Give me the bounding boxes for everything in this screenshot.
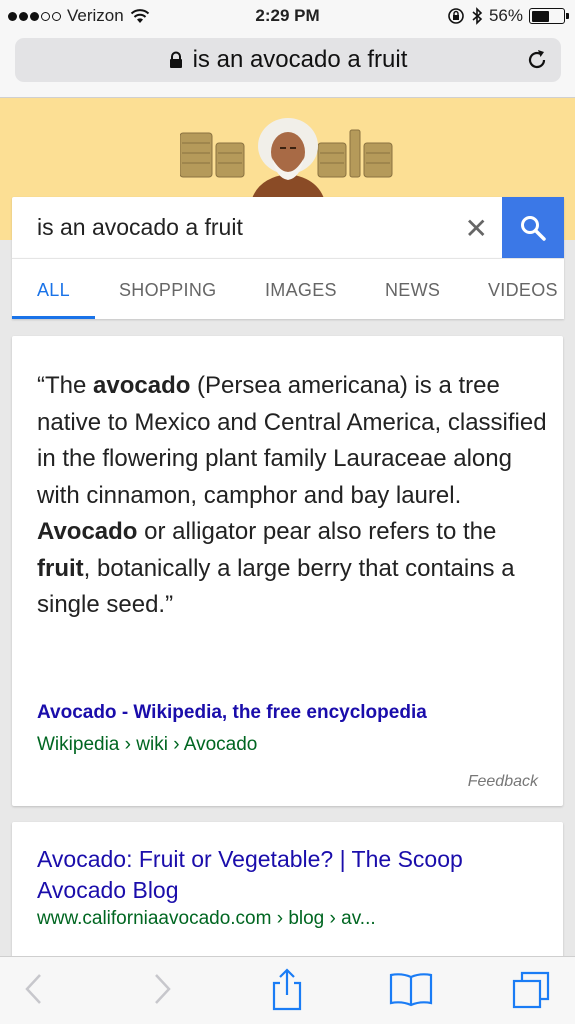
share-icon[interactable]	[270, 967, 304, 1011]
active-tab-indicator	[12, 316, 95, 319]
browser-address-area: is an avocado a fruit	[0, 32, 575, 98]
tab-videos[interactable]: VIDEOS	[488, 280, 558, 301]
google-doodle-image[interactable]	[180, 108, 395, 208]
tab-all[interactable]: ALL	[37, 280, 70, 301]
lock-icon	[169, 51, 182, 68]
clear-search-icon[interactable]: ✕	[465, 212, 488, 245]
search-input[interactable]: is an avocado a fruit	[37, 214, 243, 241]
search-box[interactable]: is an avocado a fruit ✕	[12, 197, 564, 258]
tab-shopping[interactable]: SHOPPING	[119, 280, 216, 301]
browser-toolbar	[0, 956, 575, 1024]
battery-icon	[529, 8, 569, 24]
snippet-text: “The avocado (Persea americana) is a tre…	[37, 372, 547, 618]
tab-images[interactable]: IMAGES	[265, 280, 337, 301]
address-text: is an avocado a fruit	[192, 46, 408, 73]
battery-percent: 56%	[488, 6, 523, 25]
bluetooth-icon	[472, 7, 483, 25]
search-tabs: ALL SHOPPING IMAGES NEWS VIDEOS	[12, 258, 564, 319]
result-title-link[interactable]: Avocado: Fruit or Vegetable? | The Scoop…	[37, 844, 537, 906]
tabs-icon[interactable]	[510, 969, 552, 1011]
snippet-source-link[interactable]: Avocado - Wikipedia, the free encycloped…	[37, 702, 427, 724]
rotation-lock-icon	[448, 8, 464, 24]
snippet-source-url: Wikipedia › wiki › Avocado	[37, 734, 258, 755]
tab-news[interactable]: NEWS	[385, 280, 440, 301]
result-url: www.californiaavocado.com › blog › av...	[37, 908, 376, 929]
reload-icon[interactable]	[525, 48, 549, 72]
forward-icon[interactable]	[150, 971, 174, 1007]
bookmarks-icon[interactable]	[388, 971, 434, 1007]
status-bar: Verizon 2:29 PM 56%	[0, 0, 575, 32]
featured-snippet-card: “The avocado (Persea americana) is a tre…	[12, 336, 563, 806]
back-icon[interactable]	[22, 971, 46, 1007]
search-icon	[521, 215, 546, 241]
feedback-link[interactable]: Feedback	[468, 773, 538, 791]
search-result-card: Avocado: Fruit or Vegetable? | The Scoop…	[12, 822, 563, 962]
search-button[interactable]	[502, 197, 564, 258]
address-bar[interactable]: is an avocado a fruit	[15, 38, 561, 82]
